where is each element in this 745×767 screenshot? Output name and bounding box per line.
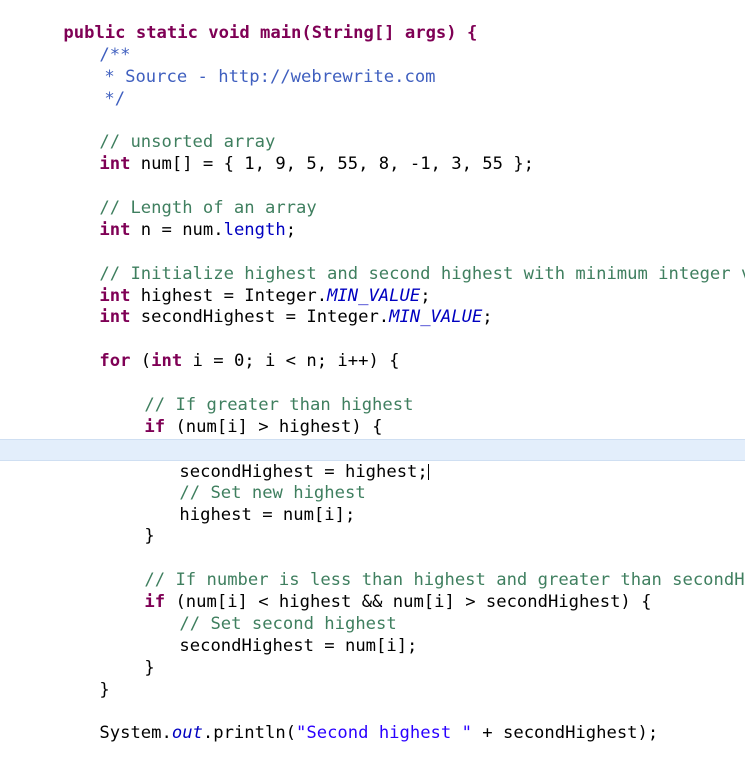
code-token-text: + secondHighest); (471, 723, 659, 744)
code-line[interactable]: for (int i = 0; i < n; i++) { (0, 329, 745, 371)
code-line[interactable]: } (0, 658, 745, 700)
code-line[interactable]: int n = num.length; (0, 198, 745, 240)
code-token-text: System. (99, 723, 172, 744)
code-line[interactable]: int secondHighest = Integer.MIN_VALUE; (0, 286, 745, 327)
code-token-string: "Second highest " (296, 723, 472, 744)
code-line[interactable]: // Length of an array (0, 176, 745, 218)
code-line[interactable]: if (num[i] < highest && num[i] > secondH… (0, 570, 745, 612)
code-line[interactable]: int highest = Integer.MIN_VALUE; (0, 264, 745, 306)
code-line[interactable]: } (0, 636, 745, 678)
code-line[interactable]: // Initialize highest and second highest… (0, 242, 745, 284)
code-line[interactable]: */ (0, 67, 745, 109)
code-line[interactable]: /** (0, 23, 745, 65)
code-line[interactable]: * Source - http://webrewrite.com (0, 45, 745, 87)
code-line[interactable]: int num[] = { 1, 9, 5, 55, 8, -1, 3, 55 … (0, 132, 745, 174)
code-line-blank[interactable] (0, 307, 745, 329)
code-line-blank[interactable] (0, 154, 745, 176)
code-line[interactable]: // If number is less than highest and gr… (0, 548, 745, 590)
code-line[interactable]: System.out.println("Second highest " + s… (0, 702, 745, 743)
code-line[interactable]: // Set second highest (0, 592, 745, 634)
code-line[interactable]: // If greater than highest (0, 373, 745, 415)
code-line[interactable]: } (0, 504, 745, 546)
code-line[interactable]: if (num[i] > highest) { (0, 395, 745, 437)
code-line[interactable]: // Set new highest (0, 461, 745, 503)
code-line-blank[interactable] (0, 89, 745, 111)
code-line-blank[interactable] (0, 220, 745, 242)
code-line-blank[interactable] (0, 526, 745, 548)
code-line[interactable]: // Assign highest value into secondhiges… (0, 417, 745, 461)
code-token-text: .println( (202, 723, 297, 744)
code-line[interactable]: highest = num[i]; (0, 483, 745, 525)
code-line-blank[interactable] (0, 351, 745, 373)
code-editor[interactable]: public static void main(String[] args) {… (0, 0, 745, 743)
code-line[interactable]: secondHighest = num[i]; (0, 614, 745, 656)
current-line[interactable]: secondHighest = highest; (0, 438, 745, 482)
code-line[interactable]: public static void main(String[] args) { (0, 1, 745, 43)
code-token-static-field: out (171, 723, 203, 744)
code-line[interactable]: // unsorted array (0, 110, 745, 152)
